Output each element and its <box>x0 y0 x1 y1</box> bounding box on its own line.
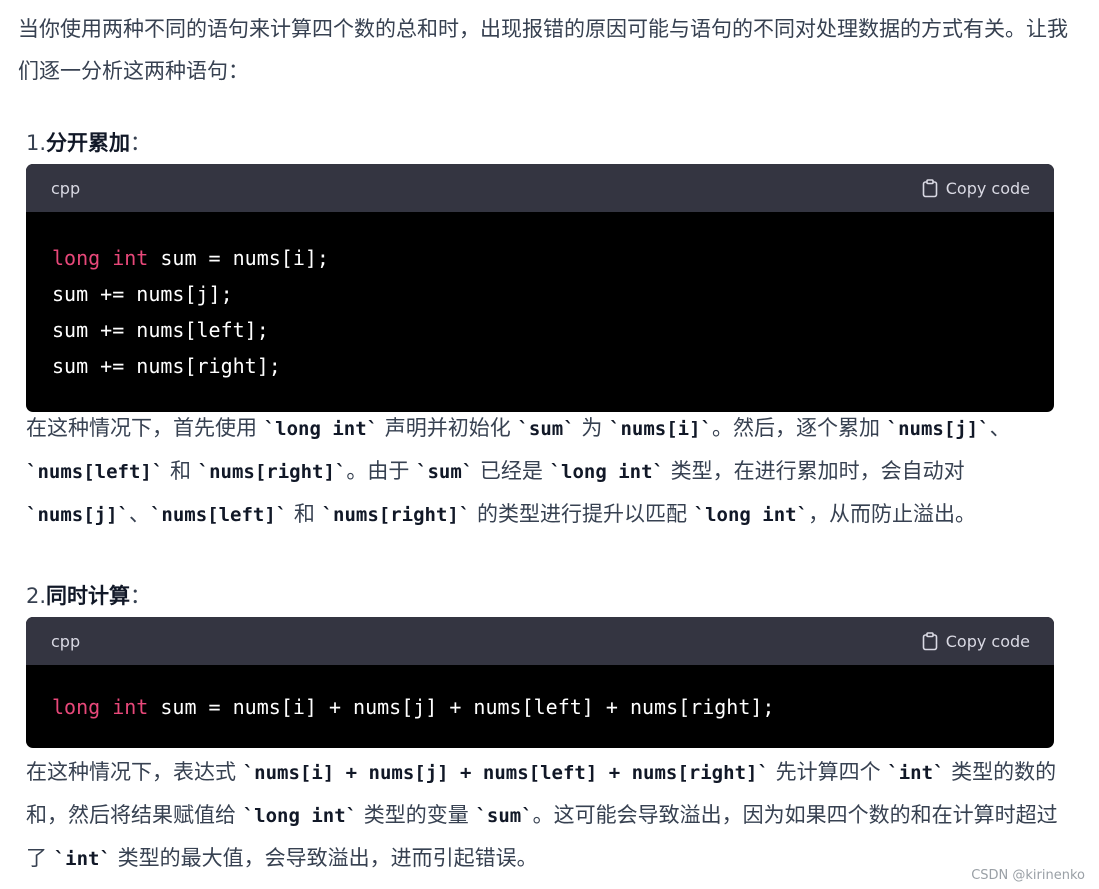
code-text: sum += nums[left]; <box>52 318 269 342</box>
inline-code: `nums[right]` <box>321 504 471 526</box>
code-text: sum = nums[i]; <box>148 246 329 270</box>
inline-code: `sum` <box>416 461 474 483</box>
code-language-label: cpp <box>51 178 81 198</box>
code-line: sum += nums[j]; <box>52 276 1028 312</box>
code-line: sum += nums[right]; <box>52 348 1028 384</box>
section-1-title: 分开累加 <box>46 131 131 155</box>
code-text: sum += nums[j]; <box>52 282 233 306</box>
code-line: sum += nums[left]; <box>52 312 1028 348</box>
section-2-heading: 2.同时计算： <box>26 581 151 611</box>
inline-code: `sum` <box>475 805 533 827</box>
clipboard-icon <box>922 178 938 197</box>
inline-code: `long int` <box>242 805 358 827</box>
intro-paragraph: 当你使用两种不同的语句来计算四个数的总和时，出现报错的原因可能与语句的不同对处理… <box>18 17 1068 83</box>
explain-text: 、 <box>128 502 150 526</box>
explain-text: 和 <box>163 459 198 483</box>
explain-text: 类型的变量 <box>357 803 476 827</box>
explain-text: 和 <box>287 502 322 526</box>
explain-text: 类型的最大值，会导致溢出，进而引起错误。 <box>110 846 538 870</box>
explain-text: 在这种情况下，表达式 <box>26 760 243 784</box>
section-1-explanation: 在这种情况下，首先使用 `long int` 声明并初始化 `sum` 为 `n… <box>26 407 1066 536</box>
inline-code: `long int` <box>693 504 809 526</box>
copy-code-label: Copy code <box>945 631 1030 651</box>
explain-text: ，从而防止溢出。 <box>808 502 977 526</box>
explain-text: 在这种情况下，首先使用 <box>26 416 264 440</box>
copy-code-button[interactable]: Copy code <box>922 632 1030 651</box>
explain-text: 类型，在进行累加时，会自动对 <box>664 459 965 483</box>
code-block-1-body: long int sum = nums[i]; sum += nums[j]; su… <box>26 212 1054 412</box>
inline-code: `long int` <box>549 461 664 483</box>
inline-code: `nums[right]` <box>197 461 347 483</box>
explain-text: 先计算四个 <box>768 760 888 784</box>
section-1-heading: 1.分开累加： <box>26 128 151 158</box>
inline-code: `nums[j]` <box>26 504 129 526</box>
inline-code: `nums[i]` <box>609 418 712 440</box>
inline-code: `nums[left]` <box>149 504 288 526</box>
code-block-2: cpp Copy code long int sum = nums[i] + n… <box>26 617 1054 748</box>
explain-text: 。由于 <box>346 459 417 483</box>
code-text: sum = nums[i] + nums[j] + nums[left] + n… <box>148 695 775 719</box>
code-line: long int sum = nums[i]; <box>52 240 1028 276</box>
explain-text: 的类型进行提升以匹配 <box>470 502 694 526</box>
code-keyword: long int <box>52 246 149 270</box>
inline-code: `nums[i] + nums[j] + nums[left] + nums[r… <box>242 762 769 784</box>
section-2-title: 同时计算 <box>46 584 131 608</box>
code-line: long int sum = nums[i] + nums[j] + nums[… <box>52 689 1028 725</box>
explain-text: 为 <box>574 416 609 440</box>
inline-code: `int` <box>53 848 111 870</box>
explain-text: 已经是 <box>473 459 550 483</box>
section-1-colon: ： <box>130 131 152 155</box>
code-keyword: long int <box>52 695 149 719</box>
code-block-1: cpp Copy code long int sum = nums[i]; sum… <box>26 164 1054 412</box>
inline-code: `sum` <box>517 418 575 440</box>
section-2-number: 2. <box>26 584 47 608</box>
code-language-label: cpp <box>51 631 81 651</box>
copy-code-button[interactable]: Copy code <box>922 179 1030 198</box>
code-block-2-header: cpp Copy code <box>26 617 1054 665</box>
clipboard-icon <box>922 631 938 650</box>
section-2-colon: ： <box>130 584 152 608</box>
explain-text: 、 <box>989 416 1011 440</box>
section-1-number: 1. <box>26 131 47 155</box>
inline-code: `nums[left]` <box>26 461 164 483</box>
copy-code-label: Copy code <box>945 178 1030 198</box>
explain-text: 声明并初始化 <box>378 416 518 440</box>
inline-code: `int` <box>887 762 945 784</box>
code-block-2-body: long int sum = nums[i] + nums[j] + nums[… <box>26 665 1054 748</box>
watermark: CSDN @kirinenko <box>971 868 1085 883</box>
code-text: sum += nums[right]; <box>52 354 281 378</box>
inline-code: `long int` <box>263 418 379 440</box>
explain-text: 。然后，逐个累加 <box>711 416 887 440</box>
code-block-1-header: cpp Copy code <box>26 164 1054 212</box>
section-2-explanation: 在这种情况下，表达式 `nums[i] + nums[j] + nums[lef… <box>26 751 1066 880</box>
inline-code: `nums[j]` <box>886 418 990 440</box>
